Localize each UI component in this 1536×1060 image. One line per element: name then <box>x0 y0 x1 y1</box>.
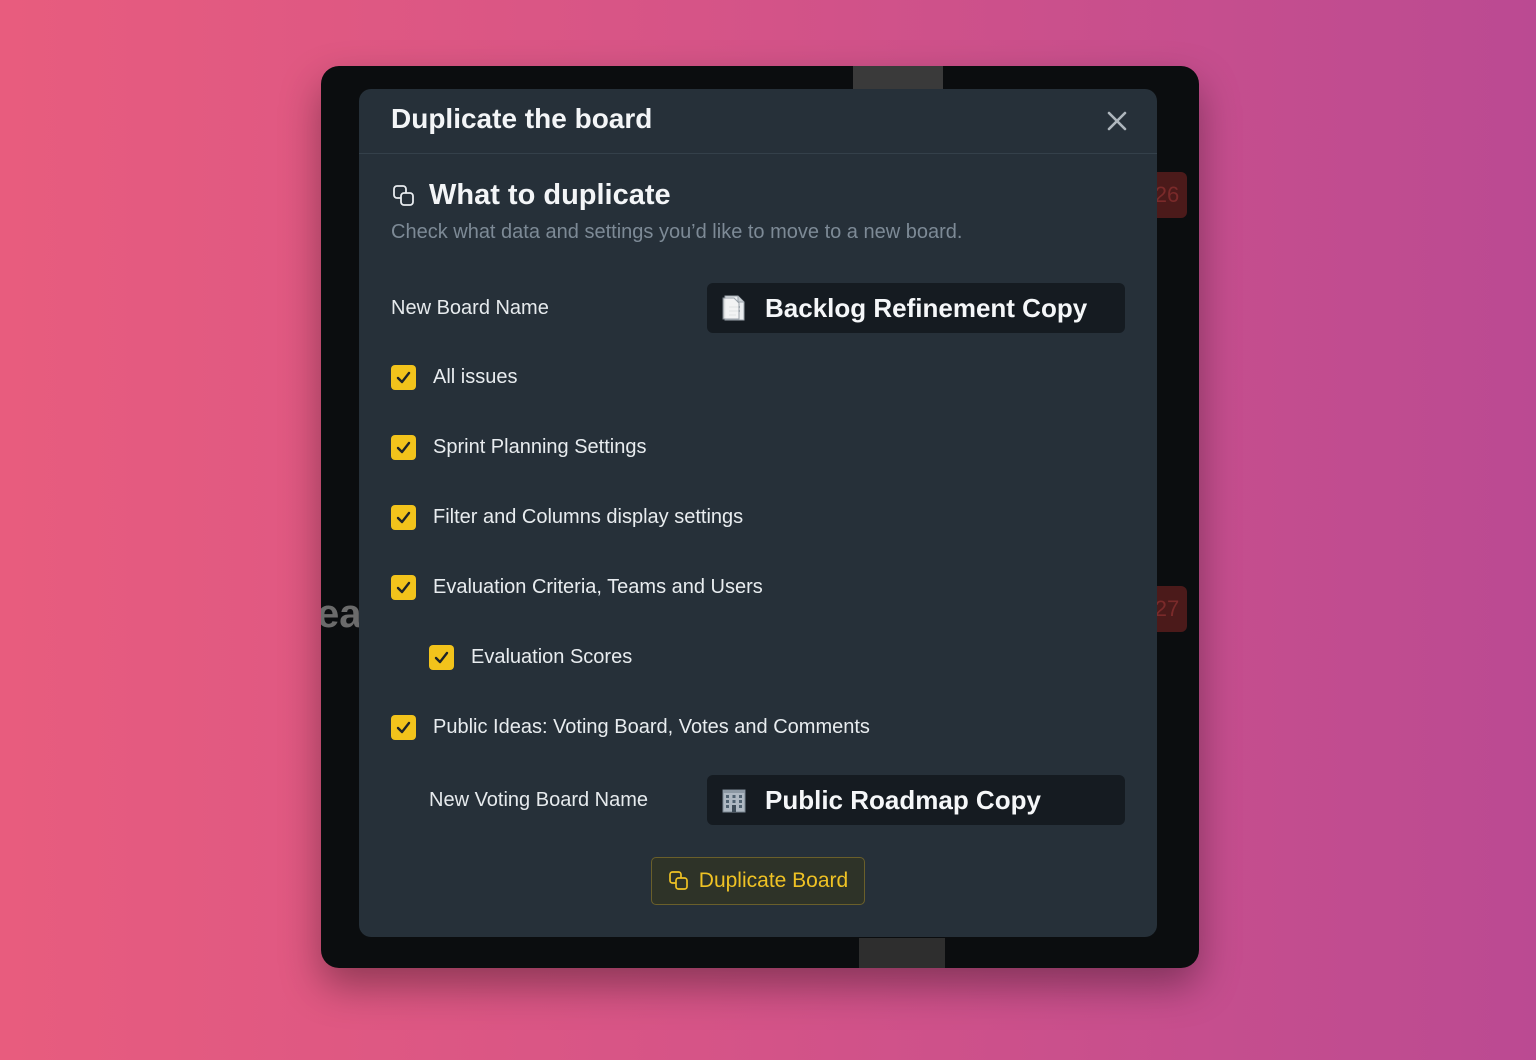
close-button[interactable] <box>1103 107 1131 135</box>
option-sprint-planning-settings[interactable]: Sprint Planning Settings <box>391 435 646 460</box>
checkbox-checked[interactable] <box>391 575 416 600</box>
office-building-emoji-icon <box>722 789 746 813</box>
voting-board-name-label: New Voting Board Name <box>429 788 649 811</box>
duplicate-board-button-label: Duplicate Board <box>698 869 849 892</box>
close-icon <box>1107 111 1127 131</box>
checkbox-checked[interactable] <box>429 645 454 670</box>
check-icon <box>396 441 411 454</box>
check-icon <box>396 721 411 734</box>
section-title: What to duplicate <box>429 179 671 211</box>
dialog-header: Duplicate the board <box>359 89 1157 154</box>
checkbox-checked[interactable] <box>391 435 416 460</box>
section-header: What to duplicate <box>391 179 671 212</box>
check-icon <box>396 581 411 594</box>
option-evaluation-scores[interactable]: Evaluation Scores <box>429 645 632 670</box>
check-icon <box>396 511 411 524</box>
option-label: Sprint Planning Settings <box>433 436 647 458</box>
voting-board-name-row: New Voting Board Name <box>429 775 1157 825</box>
voting-board-name-input[interactable] <box>765 784 1105 816</box>
option-label: All issues <box>433 366 518 388</box>
duplicate-board-button[interactable]: Duplicate Board <box>651 857 865 905</box>
board-name-input[interactable] <box>765 292 1105 324</box>
duplicate-board-dialog: Duplicate the board What to duplicate Ch… <box>359 89 1157 937</box>
option-label: Evaluation Criteria, Teams and Users <box>433 576 763 598</box>
check-icon <box>434 651 449 664</box>
background-image-strip-top <box>853 66 943 90</box>
duplicate-icon <box>668 871 688 890</box>
option-filter-columns-settings[interactable]: Filter and Columns display settings <box>391 505 743 530</box>
option-label: Evaluation Scores <box>471 646 633 668</box>
option-label: Filter and Columns display settings <box>433 506 744 528</box>
checkbox-checked[interactable] <box>391 505 416 530</box>
option-evaluation-criteria[interactable]: Evaluation Criteria, Teams and Users <box>391 575 763 600</box>
board-name-label: New Board Name <box>391 296 549 319</box>
option-all-issues[interactable]: All issues <box>391 365 517 390</box>
section-description: Check what data and settings you’d like … <box>391 221 963 243</box>
dialog-title: Duplicate the board <box>391 103 653 134</box>
background-peek-text: ea <box>321 592 362 636</box>
option-public-ideas[interactable]: Public Ideas: Voting Board, Votes and Co… <box>391 715 870 740</box>
board-name-field-container <box>707 283 1125 333</box>
board-name-row: New Board Name <box>391 283 1157 333</box>
check-icon <box>396 371 411 384</box>
duplicate-icon <box>393 184 414 206</box>
page-emoji-icon <box>722 295 745 321</box>
checkbox-checked[interactable] <box>391 715 416 740</box>
option-label: Public Ideas: Voting Board, Votes and Co… <box>433 716 870 738</box>
voting-board-name-field-container <box>707 775 1125 825</box>
checkbox-checked[interactable] <box>391 365 416 390</box>
background-image-strip-bottom <box>859 938 945 968</box>
